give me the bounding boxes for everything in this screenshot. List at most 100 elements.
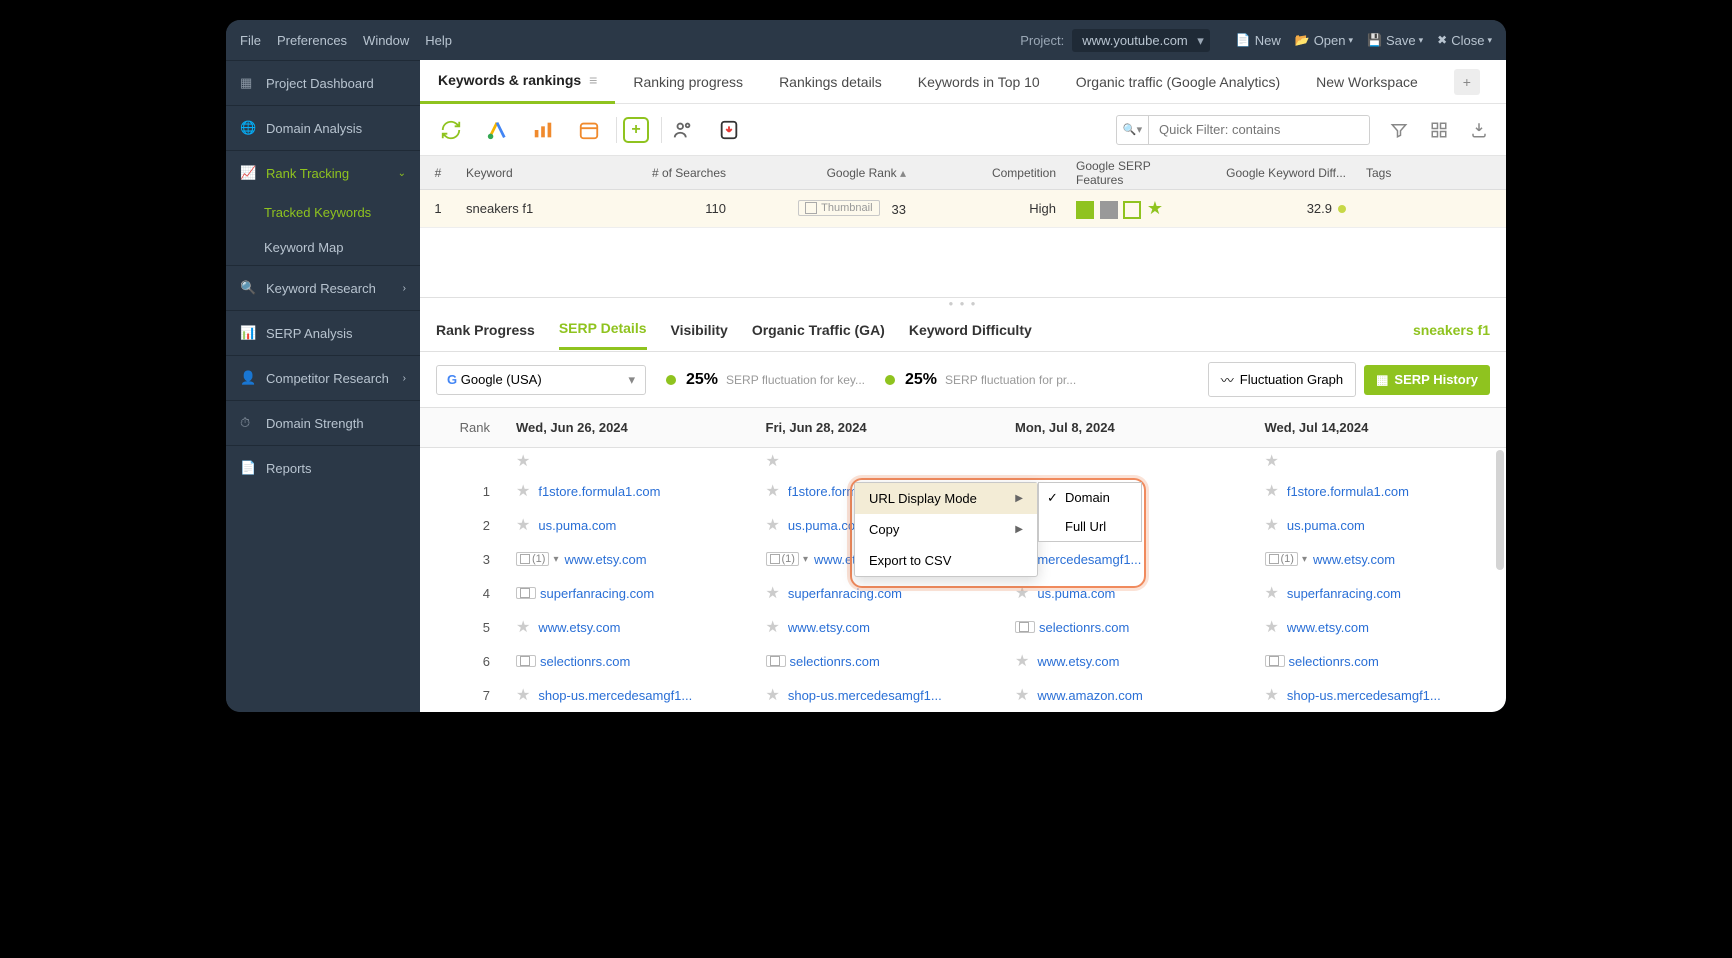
col-num[interactable]: # xyxy=(420,166,456,180)
tab-rankings-details[interactable]: Rankings details xyxy=(761,60,900,104)
serp-url-link[interactable]: selectionrs.com xyxy=(790,654,880,669)
col-tags[interactable]: Tags xyxy=(1356,166,1446,180)
menu-help[interactable]: Help xyxy=(425,33,452,48)
ctx-sub-domain[interactable]: Domain xyxy=(1039,483,1141,512)
calendar-icon[interactable] xyxy=(574,115,604,145)
pane-grip[interactable]: ● ● ● xyxy=(420,298,1506,308)
close-button[interactable]: ✖Close▾ xyxy=(1437,33,1492,48)
serp-url-link[interactable]: f1store.formula1.com xyxy=(538,484,660,499)
open-button[interactable]: 📂Open▾ xyxy=(1295,33,1353,48)
sidebar-sub-tracked-keywords[interactable]: Tracked Keywords xyxy=(226,195,420,230)
quick-filter-input[interactable] xyxy=(1149,122,1369,137)
date-header-0[interactable]: Wed, Jun 26, 2024 xyxy=(508,420,758,435)
col-serp-features[interactable]: Google SERP Features xyxy=(1066,159,1206,187)
users-icon[interactable] xyxy=(668,115,698,145)
col-google-rank[interactable]: Google Rank ▴ xyxy=(736,166,916,180)
star-icon[interactable]: ★ xyxy=(766,617,780,637)
star-icon[interactable]: ★ xyxy=(1265,515,1279,535)
sidebar-item-domain-strength[interactable]: ⏱Domain Strength xyxy=(226,400,420,445)
scrollbar[interactable] xyxy=(1496,450,1504,570)
star-icon[interactable]: ★ xyxy=(766,481,780,501)
star-icon[interactable]: ★ xyxy=(766,583,780,603)
chevron-down-icon[interactable]: ▾ xyxy=(803,554,808,565)
star-icon[interactable]: ★ xyxy=(1265,451,1279,471)
ctx-url-display-mode[interactable]: URL Display Mode▶ xyxy=(855,483,1037,514)
add-workspace-button[interactable]: + xyxy=(1436,60,1498,104)
serp-history-button[interactable]: ▦SERP History xyxy=(1364,365,1490,395)
subtab-serp-details[interactable]: SERP Details xyxy=(559,309,647,350)
col-keyword-difficulty[interactable]: Google Keyword Diff... xyxy=(1206,166,1356,180)
col-competition[interactable]: Competition xyxy=(916,166,1066,180)
star-icon[interactable]: ★ xyxy=(1265,583,1279,603)
serp-url-link[interactable]: www.etsy.com xyxy=(538,620,620,635)
data-icon[interactable] xyxy=(528,115,558,145)
star-icon[interactable]: ★ xyxy=(516,617,530,637)
export-icon[interactable] xyxy=(1468,119,1490,141)
serp-url-link[interactable]: f1store.formula1.com xyxy=(1287,484,1409,499)
tab-organic-traffic[interactable]: Organic traffic (Google Analytics) xyxy=(1058,60,1298,104)
tab-ranking-progress[interactable]: Ranking progress xyxy=(615,60,761,104)
sidebar-item-rank-tracking[interactable]: 📈Rank Tracking⌄ xyxy=(226,150,420,195)
serp-url-link[interactable]: selectionrs.com xyxy=(540,654,630,669)
sidebar-item-competitor-research[interactable]: 👤Competitor Research› xyxy=(226,355,420,400)
download-icon[interactable] xyxy=(714,115,744,145)
tab-keywords-top10[interactable]: Keywords in Top 10 xyxy=(900,60,1058,104)
serp-url-link[interactable]: superfanracing.com xyxy=(540,586,654,601)
subtab-keyword-difficulty[interactable]: Keyword Difficulty xyxy=(909,311,1032,349)
project-select[interactable]: www.youtube.com xyxy=(1072,29,1210,52)
menu-window[interactable]: Window xyxy=(363,33,409,48)
date-header-3[interactable]: Wed, Jul 14,2024 xyxy=(1257,420,1507,435)
fluctuation-graph-button[interactable]: 〰Fluctuation Graph xyxy=(1208,362,1356,397)
date-header-1[interactable]: Fri, Jun 28, 2024 xyxy=(758,420,1008,435)
star-icon[interactable]: ★ xyxy=(516,451,530,471)
hamburger-icon[interactable]: ≡ xyxy=(589,72,597,88)
sidebar-item-domain-analysis[interactable]: 🌐Domain Analysis xyxy=(226,105,420,150)
google-ads-icon[interactable] xyxy=(482,115,512,145)
star-icon[interactable]: ★ xyxy=(1265,617,1279,637)
ctx-export-csv[interactable]: Export to CSV xyxy=(855,545,1037,576)
menu-preferences[interactable]: Preferences xyxy=(277,33,347,48)
sidebar-item-keyword-research[interactable]: 🔍Keyword Research› xyxy=(226,265,420,310)
serp-url-link[interactable]: us.puma.com xyxy=(1287,518,1365,533)
serp-url-link[interactable]: www.etsy.com xyxy=(1287,620,1369,635)
serp-url-link[interactable]: us.puma.com xyxy=(538,518,616,533)
date-header-2[interactable]: Mon, Jul 8, 2024 xyxy=(1007,420,1257,435)
keyword-row[interactable]: 1 sneakers f1 110 Thumbnail33 High ★ 32.… xyxy=(420,190,1506,228)
search-dropdown-button[interactable]: 🔍▾ xyxy=(1117,116,1149,144)
tab-keywords-rankings[interactable]: Keywords & rankings≡ xyxy=(420,60,615,104)
serp-url-link[interactable]: shop-us.mercedesamgf1... xyxy=(538,688,692,703)
subtab-organic-traffic[interactable]: Organic Traffic (GA) xyxy=(752,311,885,349)
star-icon[interactable]: ★ xyxy=(1015,685,1029,705)
star-icon[interactable]: ★ xyxy=(766,515,780,535)
sidebar-item-dashboard[interactable]: ▦Project Dashboard xyxy=(226,60,420,105)
new-button[interactable]: 📄New xyxy=(1236,33,1281,48)
star-icon[interactable]: ★ xyxy=(516,481,530,501)
chevron-down-icon[interactable]: ▾ xyxy=(553,554,558,565)
star-icon[interactable]: ★ xyxy=(1265,685,1279,705)
star-icon[interactable]: ★ xyxy=(766,451,780,471)
serp-url-link[interactable]: shop-us.mercedesamgf1... xyxy=(1287,688,1441,703)
chevron-down-icon[interactable]: ▾ xyxy=(1302,554,1307,565)
serp-url-link[interactable]: selectionrs.com xyxy=(1289,654,1379,669)
grid-icon[interactable] xyxy=(1428,119,1450,141)
star-icon[interactable]: ★ xyxy=(516,685,530,705)
serp-url-link[interactable]: shop-us.mercedesamgf1... xyxy=(788,688,942,703)
subtab-rank-progress[interactable]: Rank Progress xyxy=(436,311,535,349)
col-searches[interactable]: # of Searches xyxy=(606,166,736,180)
star-icon[interactable]: ★ xyxy=(1265,481,1279,501)
refresh-icon[interactable] xyxy=(436,115,466,145)
menu-file[interactable]: File xyxy=(240,33,261,48)
serp-url-link[interactable]: www.amazon.com xyxy=(1037,688,1142,703)
filter-icon[interactable] xyxy=(1388,119,1410,141)
save-button[interactable]: 💾Save▾ xyxy=(1367,33,1423,48)
serp-url-link[interactable]: www.etsy.com xyxy=(1037,654,1119,669)
search-engine-select[interactable]: G Google (USA) xyxy=(436,365,646,395)
serp-url-link[interactable]: selectionrs.com xyxy=(1039,620,1129,635)
serp-url-link[interactable]: superfanracing.com xyxy=(1287,586,1401,601)
sidebar-item-reports[interactable]: 📄Reports xyxy=(226,445,420,490)
ctx-sub-full-url[interactable]: Full Url xyxy=(1039,512,1141,541)
tab-new-workspace[interactable]: New Workspace xyxy=(1298,60,1436,104)
sidebar-item-serp-analysis[interactable]: 📊SERP Analysis xyxy=(226,310,420,355)
sidebar-sub-keyword-map[interactable]: Keyword Map xyxy=(226,230,420,265)
star-icon[interactable]: ★ xyxy=(516,515,530,535)
